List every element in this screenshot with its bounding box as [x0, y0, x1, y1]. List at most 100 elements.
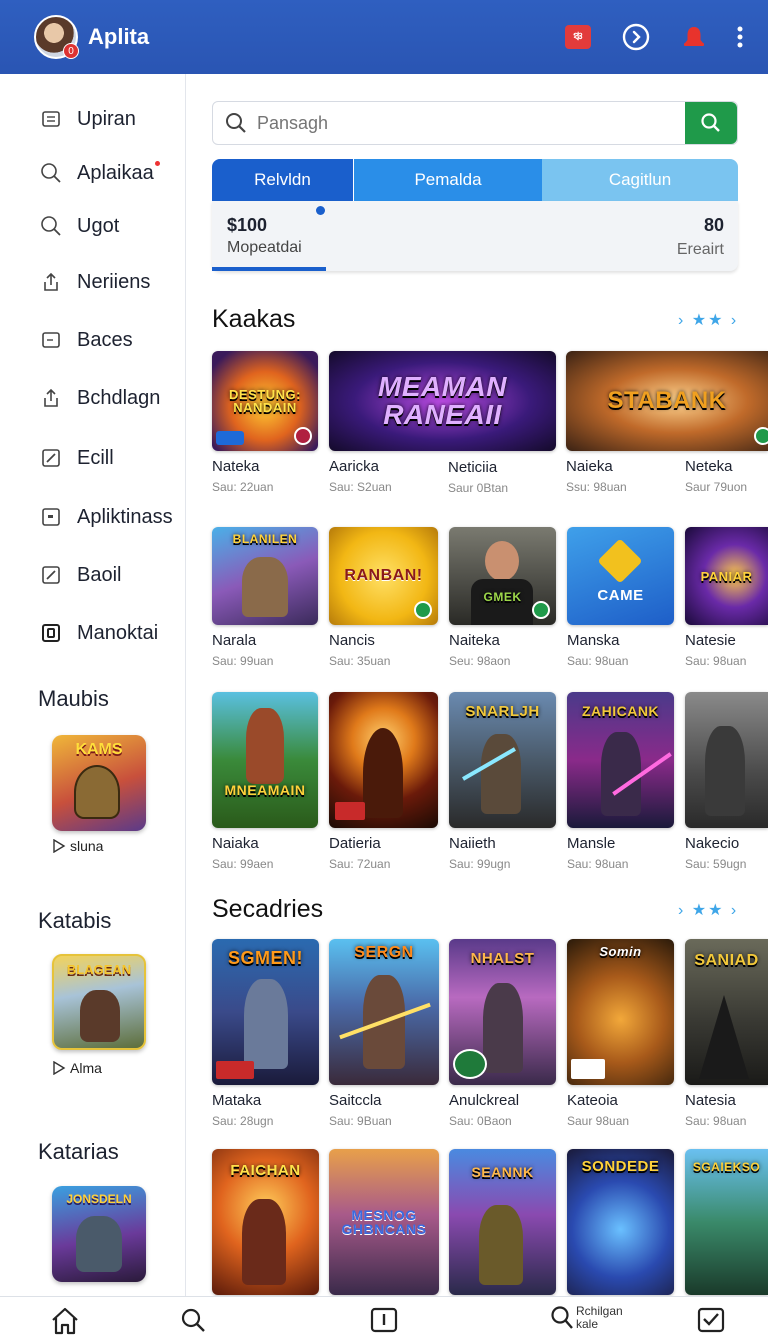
- game-card[interactable]: PANIAR Natesie Sau: 98uan: [685, 527, 768, 668]
- square-icon: [40, 329, 62, 351]
- game-name: Datieria: [329, 835, 381, 852]
- sidebar-item-neriiens[interactable]: Neriiens: [40, 267, 150, 297]
- sidebar-item-label: Baoil: [77, 563, 122, 586]
- sidebar-thumb-caption[interactable]: Alma: [52, 1060, 102, 1076]
- game-meta: Sau: 98uan: [685, 654, 747, 668]
- sidebar-item-baoil[interactable]: Baoil: [40, 560, 121, 590]
- game-name: Nancis: [329, 632, 375, 649]
- sidebar-item-label: Ecill: [77, 446, 114, 469]
- game-thumbnail: SONDEDE: [567, 1149, 674, 1295]
- info-icon: [370, 1307, 398, 1333]
- share-icon: [40, 387, 62, 409]
- game-card[interactable]: SGAIEKSO: [685, 1149, 768, 1295]
- game-card[interactable]: FAICHAN: [212, 1149, 319, 1295]
- game-thumbnail: SNARLJH: [449, 692, 556, 828]
- game-card[interactable]: GMEK Naiteka Seu: 98aon: [449, 527, 556, 668]
- game-card[interactable]: SONDEDE: [567, 1149, 674, 1295]
- game-name: Naieka: [566, 458, 613, 475]
- game-name: Naiieth: [449, 835, 496, 852]
- active-tab-underline: [212, 267, 326, 271]
- game-thumbnail: BLANILEN: [212, 527, 318, 625]
- progress-indicator-dot: [316, 206, 325, 215]
- sidebar-item-aplaikaa[interactable]: Aplaikaa: [40, 158, 160, 188]
- featured-game-thumbnail[interactable]: BLAGEAN: [52, 954, 146, 1050]
- game-card[interactable]: Nakecio Sau: 59ugn: [685, 692, 768, 871]
- game-card[interactable]: Datieria Sau: 72uan: [329, 692, 438, 871]
- nav-search-button[interactable]: [180, 1307, 206, 1333]
- game-thumbnail: SEANNK: [449, 1149, 556, 1295]
- search-input[interactable]: [257, 112, 685, 134]
- game-card[interactable]: SNARLJH Naiieth Sau: 99ugn: [449, 692, 556, 871]
- game-meta: Sau: 59ugn: [685, 857, 747, 871]
- game-card[interactable]: SEANNK: [449, 1149, 556, 1295]
- search-icon: [181, 1308, 205, 1332]
- game-card[interactable]: BLANILEN Narala Sau: 99uan: [212, 527, 318, 668]
- game-card[interactable]: MNEAMAIN Naiaka Sau: 99aen: [212, 692, 318, 871]
- app-title: Aplita: [88, 24, 150, 49]
- game-thumbnail: RANBAN!: [329, 527, 438, 625]
- bell-icon[interactable]: [680, 23, 708, 51]
- balance-value: $100: [227, 215, 268, 235]
- edit-icon: [40, 564, 62, 586]
- nav-home-button[interactable]: [50, 1307, 80, 1335]
- game-card[interactable]: RANBAN! Nancis Sau: 35uan: [329, 527, 438, 668]
- search-icon: [701, 113, 720, 132]
- game-card[interactable]: MESNOG GHBNCANS: [329, 1149, 439, 1295]
- sidebar-item-manoktai[interactable]: Manoktai: [40, 618, 158, 648]
- game-thumbnail: STABANK: [566, 351, 768, 451]
- see-more-link[interactable]: › ★★ ›: [678, 310, 738, 330]
- featured-game-thumbnail[interactable]: KAMS: [52, 735, 146, 831]
- sidebar-item-label: Upiran: [77, 107, 136, 130]
- game-card[interactable]: SANIAD Natesia Sau: 98uan: [685, 939, 768, 1128]
- forward-circle-icon[interactable]: [622, 23, 650, 51]
- nav-checkbox-button[interactable]: [697, 1307, 725, 1333]
- game-meta: Sau: 0Baon: [449, 1114, 512, 1128]
- tab-relvldn[interactable]: Relvldn: [212, 159, 353, 201]
- game-card[interactable]: SGMEN! Mataka Sau: 28ugn: [212, 939, 319, 1128]
- game-thumbnail: MEAMAN RANEAII: [329, 351, 556, 451]
- section-title-secadries: Secadries: [212, 895, 324, 923]
- checkbox-icon: [697, 1307, 725, 1333]
- game-thumbnail: PANIAR: [685, 527, 768, 625]
- game-meta: Sau: 98uan: [567, 654, 629, 668]
- play-icon: [53, 1061, 66, 1075]
- search-button[interactable]: [685, 102, 737, 144]
- sidebar-item-bchdlagn[interactable]: Bchdlagn: [40, 383, 160, 413]
- see-more-link[interactable]: › ★★ ›: [678, 900, 738, 920]
- game-meta: Sau: 9Buan: [329, 1114, 392, 1128]
- featured-game-thumbnail[interactable]: JONSDELN: [52, 1186, 146, 1282]
- game-card[interactable]: STABANK Naieka Ssu: 98uan Neteka Saur 79…: [566, 351, 768, 494]
- game-card[interactable]: Somin Kateoia Saur 98uan: [567, 939, 674, 1128]
- sidebar-item-upiran[interactable]: Upiran: [40, 104, 136, 134]
- game-thumbnail: MNEAMAIN: [212, 692, 318, 828]
- count-value: 80: [703, 215, 724, 235]
- game-card[interactable]: NHALST Anulckreal Sau: 0Baon: [449, 939, 556, 1128]
- game-card[interactable]: ZAHICANK Mansle Sau: 98uan: [567, 692, 674, 871]
- tab-pemalda[interactable]: Pemalda: [354, 159, 542, 201]
- sidebar-thumb-caption[interactable]: sluna: [52, 838, 103, 854]
- game-name: Nakecio: [685, 835, 740, 852]
- nav-search-label-button[interactable]: Rchilgan kale: [550, 1304, 623, 1331]
- more-vertical-icon[interactable]: [732, 23, 748, 51]
- search-icon: [225, 112, 247, 134]
- notification-badge-button[interactable]: ঞ্চ: [564, 23, 592, 51]
- avatar[interactable]: 0: [34, 15, 79, 59]
- sidebar-item-ecill[interactable]: Ecill: [40, 443, 114, 473]
- game-meta: Sau: 99uan: [212, 654, 274, 668]
- game-card[interactable]: CAME Manska Sau: 98uan: [567, 527, 674, 668]
- square-icon: [40, 506, 62, 528]
- game-meta: Saur 98uan: [567, 1114, 630, 1128]
- game-meta: Seu: 98aon: [449, 654, 511, 668]
- nav-info-button[interactable]: [370, 1307, 398, 1333]
- sidebar-item-ugot[interactable]: Ugot: [40, 211, 119, 241]
- game-meta: Sau: 28ugn: [212, 1114, 274, 1128]
- game-card-label[interactable]: Neticiia Saur 0Btan: [448, 459, 558, 495]
- sidebar-item-baces[interactable]: Baces: [40, 325, 133, 355]
- game-card[interactable]: DESTUNG: NANDAIN Nateka Sau: 22uan: [212, 351, 318, 494]
- thumbnail-title: JONSDELN: [66, 1192, 132, 1206]
- search-icon: [40, 215, 62, 237]
- tab-cagitlun[interactable]: Cagitlun: [542, 159, 738, 201]
- sidebar-item-apliktinass[interactable]: Apliktinass: [40, 502, 173, 532]
- new-indicator-dot: [154, 160, 160, 166]
- game-card[interactable]: SERGN Saitccla Sau: 9Buan: [329, 939, 439, 1128]
